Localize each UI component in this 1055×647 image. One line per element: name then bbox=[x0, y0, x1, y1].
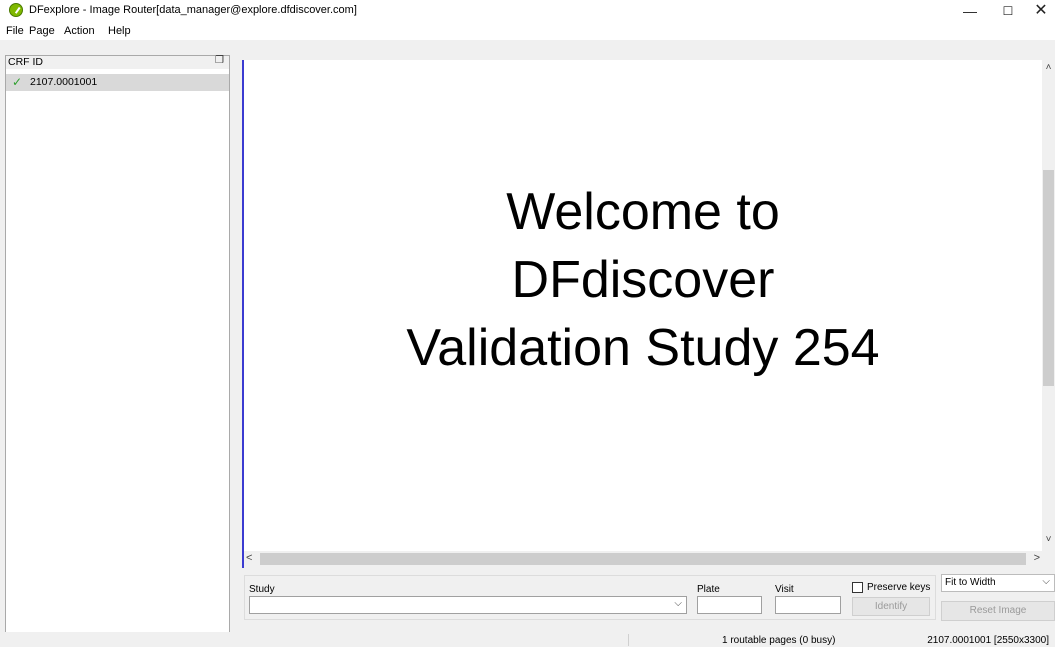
welcome-line: Validation Study 254 bbox=[406, 319, 880, 377]
horizontal-scrollbar[interactable]: < > bbox=[244, 551, 1042, 567]
scroll-right-icon[interactable]: > bbox=[1034, 552, 1040, 564]
status-divider bbox=[628, 634, 629, 646]
vertical-scrollbar[interactable]: ˄ ˅ bbox=[1042, 60, 1055, 551]
menu-file[interactable]: File bbox=[6, 25, 24, 37]
routable-pages-status: 1 routable pages (0 busy) bbox=[722, 635, 836, 646]
crf-id-label: 2107.0001001 bbox=[30, 76, 98, 88]
close-button[interactable]: ✕ bbox=[1022, 0, 1055, 22]
menu-page[interactable]: Page bbox=[29, 25, 55, 37]
vertical-scroll-thumb[interactable] bbox=[1043, 170, 1054, 386]
welcome-line: Welcome to bbox=[506, 183, 780, 241]
scroll-up-icon[interactable]: ˄ bbox=[1042, 62, 1055, 76]
horizontal-scroll-thumb[interactable] bbox=[260, 553, 1026, 565]
current-image-status: 2107.0001001 [2550x3300] bbox=[927, 635, 1049, 646]
welcome-line: DFdiscover bbox=[511, 251, 775, 309]
menu-help[interactable]: Help bbox=[108, 25, 131, 37]
list-item[interactable]: ✓ 2107.0001001 bbox=[6, 74, 229, 91]
checkmark-icon: ✓ bbox=[12, 75, 23, 89]
dfexplore-app-icon bbox=[9, 3, 23, 17]
crf-id-header[interactable]: CRF ID bbox=[8, 56, 43, 68]
scroll-down-icon[interactable]: ˅ bbox=[1042, 534, 1055, 548]
image-viewer[interactable]: Welcome to DFdiscover Validation Study 2… bbox=[244, 60, 1042, 551]
zoom-select[interactable]: Fit to Width ⌵ bbox=[941, 574, 1055, 592]
plate-field[interactable] bbox=[697, 596, 762, 614]
welcome-text: Welcome to DFdiscover Validation Study 2… bbox=[244, 178, 1042, 382]
preserve-keys-label[interactable]: Preserve keys bbox=[867, 582, 930, 593]
zoom-value: Fit to Width bbox=[945, 577, 996, 588]
chevron-down-icon[interactable]: ⌵ bbox=[1042, 576, 1050, 587]
plate-label: Plate bbox=[697, 584, 720, 595]
panel-header: CRF ID ❐ bbox=[6, 55, 229, 69]
preserve-keys-checkbox[interactable] bbox=[852, 582, 863, 593]
visit-field[interactable] bbox=[775, 596, 841, 614]
status-bar: 1 routable pages (0 busy) 2107.0001001 [… bbox=[0, 632, 1055, 647]
menu-action[interactable]: Action bbox=[64, 25, 95, 37]
visit-label: Visit bbox=[775, 584, 794, 595]
scroll-left-icon[interactable]: < bbox=[246, 552, 252, 564]
float-panel-icon[interactable]: ❐ bbox=[215, 55, 224, 66]
chevron-down-icon[interactable]: ⌵ bbox=[674, 598, 682, 609]
menu-bar: File Page Action Help bbox=[0, 22, 1055, 40]
window-title: DFexplore - Image Router[data_manager@ex… bbox=[29, 4, 357, 16]
title-bar: DFexplore - Image Router[data_manager@ex… bbox=[0, 0, 1055, 22]
study-label: Study bbox=[249, 584, 275, 595]
reset-image-button[interactable]: Reset Image bbox=[941, 601, 1055, 621]
minimize-button[interactable]: — bbox=[951, 0, 989, 22]
study-combobox[interactable]: ⌵ bbox=[249, 596, 687, 614]
crf-id-panel: CRF ID ❐ ✓ 2107.0001001 bbox=[5, 55, 230, 633]
identify-button[interactable]: Identify bbox=[852, 597, 930, 616]
